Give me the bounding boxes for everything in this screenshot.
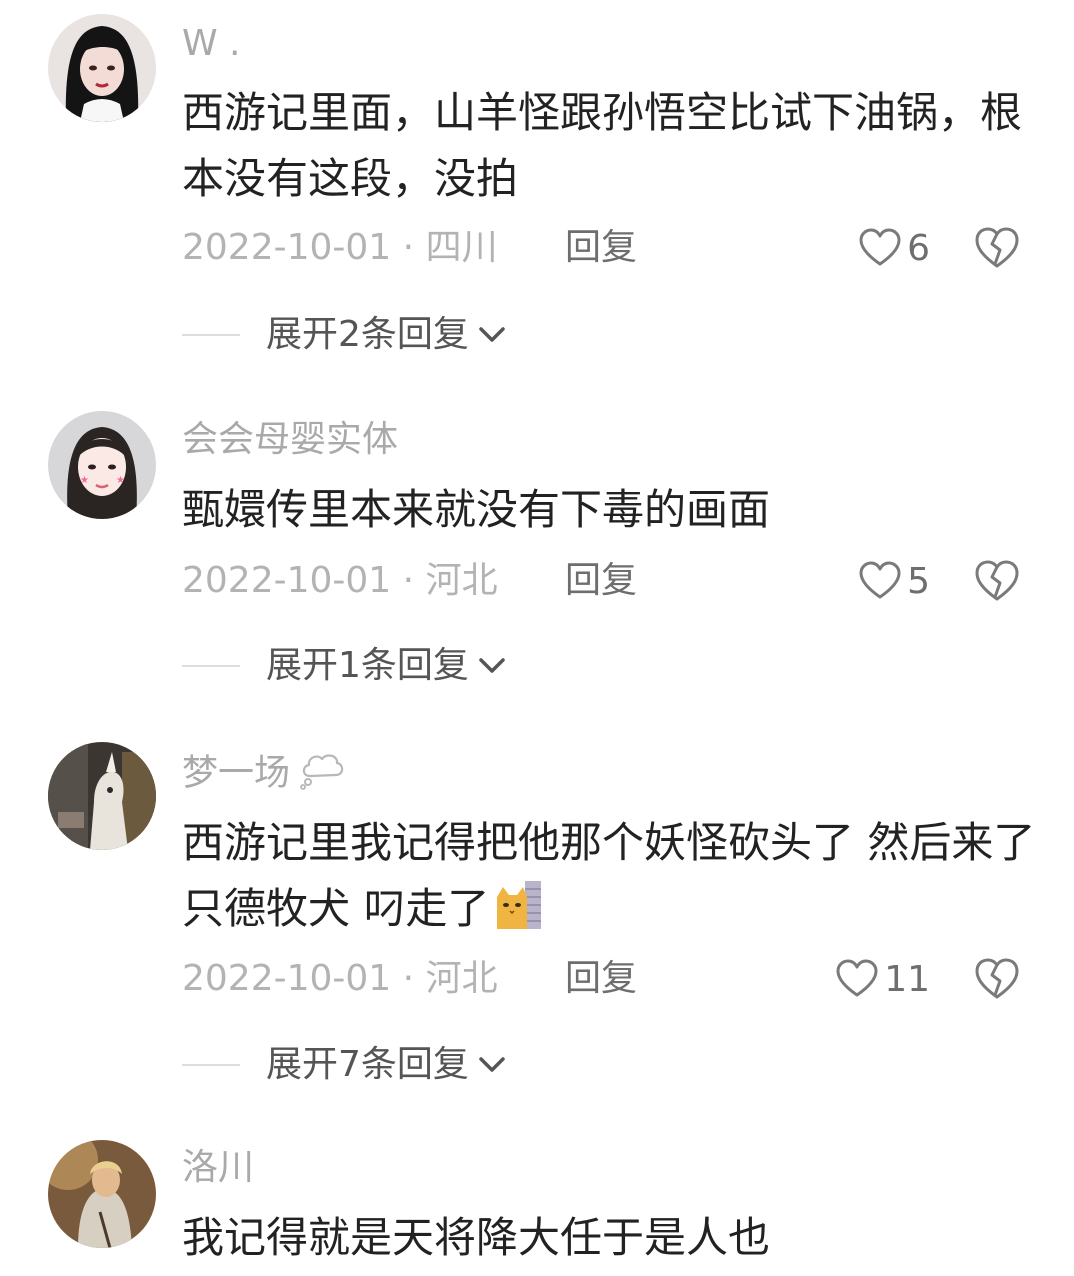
divider-line [182,1064,240,1066]
username[interactable]: W . [182,22,240,66]
reply-button[interactable]: 回复 [565,557,637,605]
like-count: 6 [907,227,930,269]
expand-replies-label: 展开7条回复 [266,1044,469,1085]
expand-replies[interactable]: 展开7条回复 [182,1040,507,1090]
meta-separator: · [402,560,415,601]
broken-heart-icon [975,560,1019,601]
heart-outline-icon [859,561,901,599]
thought-cloud-icon [298,748,346,801]
dislike-button[interactable] [973,955,1021,1003]
avatar[interactable]: ★ ★ [48,411,156,519]
avatar[interactable] [48,14,156,122]
comment-meta: 2022-10-01 · 河北 [182,955,498,1003]
broken-heart-icon [975,227,1019,268]
meta-separator: · [402,958,415,999]
like-button[interactable]: 5 [810,557,930,605]
comment-text: 我记得就是天将降大任于是人也 [182,1213,771,1262]
comment-date: 2022-10-01 [182,560,392,601]
expand-replies-label: 展开1条回复 [266,645,469,686]
meta-separator: · [402,227,415,268]
like-button[interactable]: 6 [810,224,930,272]
expand-replies[interactable]: 展开1条回复 [182,641,507,691]
username[interactable]: 会会母婴实体 [182,418,398,462]
dislike-button[interactable] [973,557,1021,605]
comment-text: 甄嬛传里本来就没有下毒的画面 [182,485,771,534]
comment-meta: 2022-10-01 · 河北 [182,557,498,605]
comment-text: 西游记里面，山羊怪跟孙悟空比试下油锅，根本没有这段，没拍 [182,88,1023,203]
expand-replies[interactable]: 展开2条回复 [182,310,507,360]
avatar[interactable] [48,742,156,850]
like-button[interactable]: 11 [810,955,930,1003]
svg-text:★: ★ [80,475,89,486]
cat-peeking-emoji [495,881,542,929]
reply-button[interactable]: 回复 [565,224,637,272]
divider-line [182,665,240,667]
comment-date: 2022-10-01 [182,227,392,268]
avatar[interactable] [48,1140,156,1248]
expand-replies-label: 展开2条回复 [266,314,469,355]
chevron-down-icon [479,327,505,342]
heart-outline-icon [836,959,878,997]
svg-text:★: ★ [116,475,125,486]
like-count: 5 [907,560,930,602]
comment-date: 2022-10-01 [182,958,392,999]
username[interactable]: 梦一场 [182,748,346,801]
comment-text-content: 西游记里我记得把他那个妖怪砍头了 然后来了只德牧犬 叼走了 [182,818,1036,933]
comment-location: 河北 [425,958,498,999]
like-count: 11 [884,958,930,1000]
comment-location: 河北 [425,560,498,601]
username[interactable]: 洛川 [182,1146,254,1190]
divider-line [182,334,240,336]
comment-text: 西游记里我记得把他那个妖怪砍头了 然后来了只德牧犬 叼走了 [182,810,1042,942]
comment-location: 四川 [425,227,498,268]
comment-meta: 2022-10-01 · 四川 [182,224,498,272]
reply-button[interactable]: 回复 [565,955,637,1003]
broken-heart-icon [975,958,1019,999]
username-text: 梦一场 [182,752,291,794]
dislike-button[interactable] [973,224,1021,272]
heart-outline-icon [859,228,901,266]
chevron-down-icon [479,658,505,673]
chevron-down-icon [479,1057,505,1072]
